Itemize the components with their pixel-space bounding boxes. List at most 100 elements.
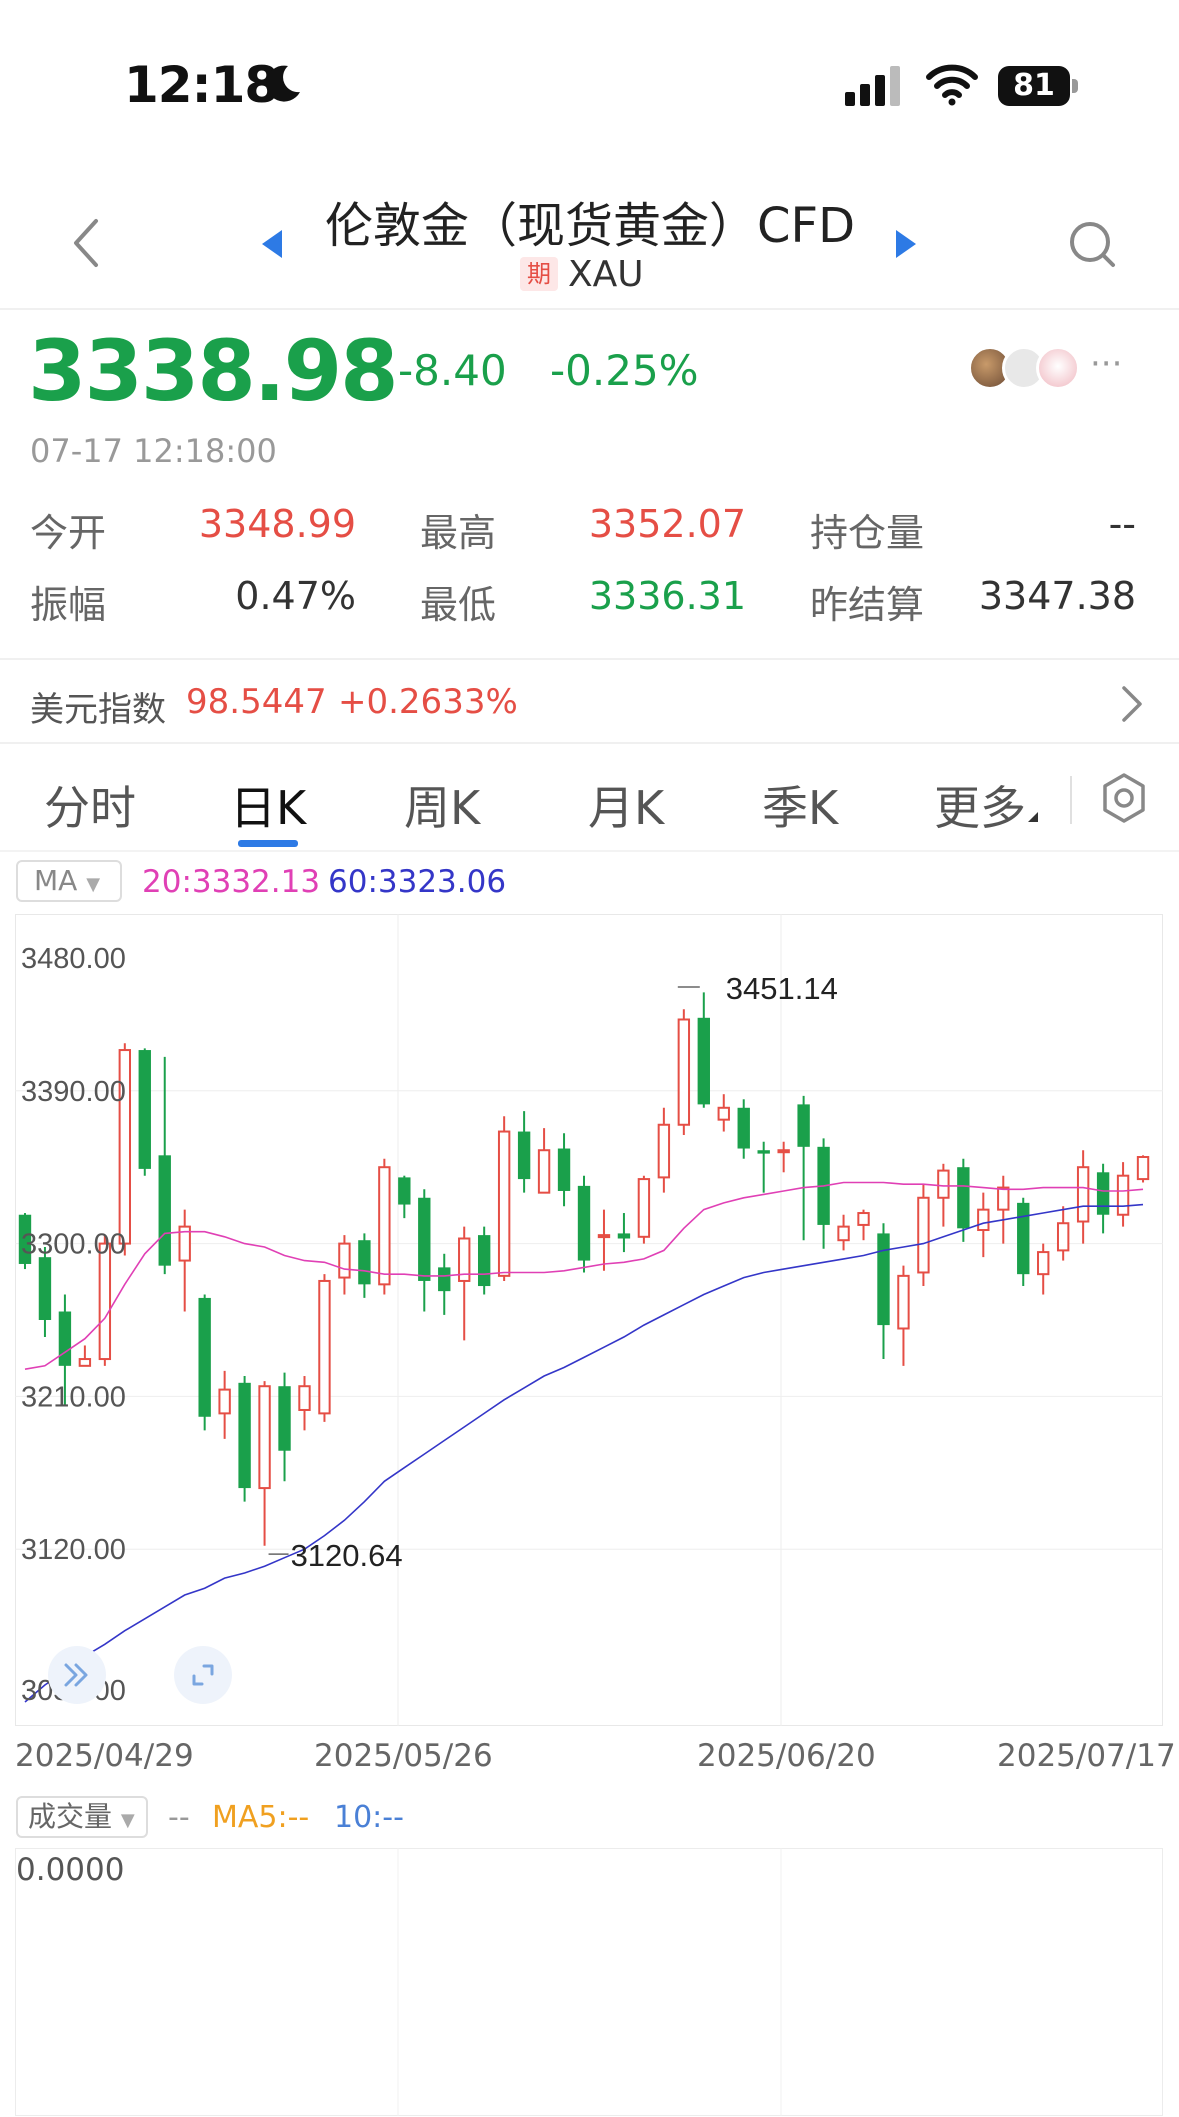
search-icon[interactable] — [1066, 218, 1118, 270]
candle-body-up — [977, 1208, 990, 1232]
candle-body-up — [1076, 1166, 1090, 1223]
high-label: 最高 — [420, 511, 497, 555]
high-value: 3352.07 — [588, 502, 746, 546]
volume-ma10: 10:-- — [334, 1800, 404, 1835]
y-axis-label: 3390.00 — [21, 1076, 126, 1108]
volume-chart[interactable] — [15, 1848, 1163, 2116]
candle-body-down — [577, 1185, 591, 1261]
candle-body-up — [717, 1106, 730, 1121]
last-price: 3338.98 — [28, 322, 399, 420]
chevron-right-icon[interactable] — [1118, 682, 1146, 726]
candle-body-down — [358, 1240, 371, 1285]
candle-body-up — [897, 1274, 910, 1330]
candle-body-down — [418, 1197, 431, 1281]
usd-index-label[interactable]: 美元指数 — [30, 682, 166, 731]
open-label: 今开 — [30, 511, 107, 555]
candle-body-down — [617, 1233, 631, 1239]
candle-body-up — [378, 1166, 391, 1286]
chart-border — [15, 914, 1163, 1726]
prev-settle-label: 昨结算 — [810, 583, 925, 627]
candle-body-down — [797, 1104, 810, 1147]
symbol-subtitle: 期 XAU — [520, 254, 644, 295]
candle-body-down — [1017, 1202, 1030, 1275]
status-time: 12:18 — [124, 56, 279, 114]
candle-body-up — [997, 1186, 1010, 1211]
candle-body-down — [957, 1167, 970, 1229]
volume-current: -- — [168, 1800, 190, 1835]
chart-settings-icon[interactable] — [1100, 772, 1148, 824]
candle-body-up — [338, 1242, 351, 1279]
candle-body-down — [158, 1155, 171, 1266]
candle-body-up — [657, 1123, 671, 1179]
open-interest-value: -- — [1108, 502, 1136, 546]
tab-weekly-k[interactable]: 周K — [404, 772, 480, 838]
volume-label: 成交量 — [28, 1800, 113, 1833]
next-symbol-icon[interactable] — [892, 226, 920, 262]
scroll-latest-button[interactable] — [48, 1646, 106, 1704]
volume-ma5: MA5:-- — [212, 1800, 310, 1835]
candle-body-up — [258, 1385, 271, 1490]
candle-body-up — [1037, 1251, 1050, 1276]
candle-body-up — [677, 1018, 691, 1126]
expand-icon — [192, 1664, 214, 1686]
low-price-label: 3120.64 — [291, 1538, 403, 1573]
candle-body-down — [238, 1382, 251, 1489]
double-chevron-right-icon — [64, 1663, 88, 1687]
volume-indicator-select[interactable]: 成交量 ▼ — [16, 1796, 148, 1838]
battery-indicator: 81 — [998, 66, 1078, 106]
dropdown-arrow-icon: ▼ — [86, 874, 101, 895]
candle-body-up — [78, 1358, 92, 1367]
previous-symbol-icon[interactable] — [258, 226, 286, 262]
candle-body-down — [198, 1297, 211, 1417]
candle-body-up — [298, 1385, 311, 1411]
more-icon[interactable]: ··· — [1090, 344, 1122, 384]
tab-more[interactable]: 更多 — [934, 772, 1040, 838]
moon-icon — [266, 65, 300, 102]
divider — [0, 850, 1179, 852]
fullscreen-button[interactable] — [174, 1646, 232, 1704]
candle-body-down — [757, 1150, 770, 1154]
amplitude-label: 振幅 — [30, 583, 107, 627]
candle-body-up — [1136, 1156, 1150, 1181]
candle-body-up — [98, 1242, 112, 1361]
dropdown-triangle-icon — [1028, 812, 1038, 822]
candle-body-up — [777, 1149, 790, 1154]
y-axis-label: 3210.00 — [21, 1381, 126, 1413]
x-axis-label: 2025/07/17 — [997, 1738, 1176, 1774]
price-change: -8.40 — [398, 346, 507, 395]
candle-body-up — [597, 1234, 611, 1239]
tab-monthly-k[interactable]: 月K — [588, 772, 664, 838]
indicator-select[interactable]: MA ▼ — [16, 860, 122, 902]
candle-body-down — [58, 1311, 72, 1366]
y-axis-label: 3300.00 — [21, 1229, 126, 1261]
open-interest-label: 持仓量 — [810, 511, 925, 555]
header-divider — [0, 308, 1179, 310]
low-label: 最低 — [420, 583, 497, 627]
tab-intraday[interactable]: 分时 — [44, 772, 136, 838]
low-value: 3336.31 — [588, 574, 746, 618]
dropdown-arrow-icon: ▼ — [120, 1810, 135, 1831]
candle-body-up — [318, 1279, 331, 1415]
watchers-avatars[interactable] — [968, 346, 1088, 392]
candle-body-up — [937, 1169, 950, 1199]
candle-body-up — [857, 1212, 870, 1226]
wifi-icon — [926, 64, 978, 106]
back-icon[interactable] — [66, 215, 106, 271]
tab-more-label: 更多 — [934, 781, 1026, 835]
usd-index-change: +0.2633% — [338, 682, 518, 722]
page-title: 伦敦金（现货黄金）CFD — [324, 198, 856, 254]
futures-badge: 期 — [520, 257, 558, 291]
high-price-label: 3451.14 — [726, 971, 838, 1006]
candle-body-down — [278, 1386, 291, 1451]
volume-axis-value: 0.0000 — [16, 1852, 125, 1888]
usd-index-value: 98.5447 — [186, 682, 327, 722]
divider — [0, 742, 1179, 744]
tab-quarterly-k[interactable]: 季K — [762, 772, 838, 838]
tab-daily-k[interactable]: 日K — [230, 772, 306, 838]
candlestick-chart[interactable]: 3480.003390.003300.003210.003120.003030.… — [15, 914, 1163, 1726]
divider — [0, 658, 1179, 660]
candle-body-up — [537, 1149, 551, 1194]
x-axis-label: 2025/05/26 — [314, 1738, 493, 1774]
candle-body-up — [497, 1130, 511, 1277]
candle-body-down — [877, 1233, 890, 1326]
